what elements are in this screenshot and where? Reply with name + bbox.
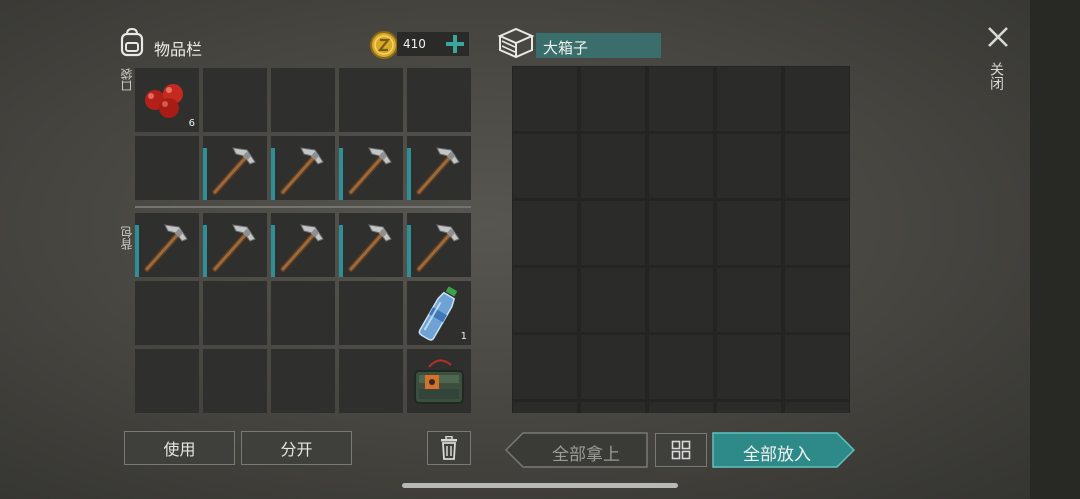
container-slot[interactable] — [581, 402, 645, 413]
right-side-strip — [1030, 0, 1080, 499]
sort-button[interactable] — [655, 433, 707, 467]
backpack-slot[interactable] — [135, 281, 199, 345]
container-slot[interactable] — [581, 268, 645, 332]
take-all-label: 全部拿上 — [552, 445, 620, 465]
container-slot[interactable] — [717, 402, 781, 413]
container-slot[interactable] — [513, 268, 577, 332]
pocket-slot[interactable] — [339, 136, 403, 200]
container-name: 大箱子 — [543, 39, 589, 57]
backpack-slot[interactable] — [203, 213, 267, 277]
coin-icon — [369, 30, 399, 60]
backpack-slot[interactable]: 1 — [407, 281, 471, 345]
pocket-slot[interactable] — [203, 136, 267, 200]
container-slot[interactable] — [785, 402, 849, 413]
container-slot[interactable] — [649, 402, 713, 413]
container-slot[interactable] — [581, 134, 645, 198]
backpack-slot[interactable] — [135, 349, 199, 413]
container-slot[interactable] — [581, 201, 645, 265]
container-slot[interactable] — [581, 335, 645, 399]
add-coins-button[interactable] — [443, 32, 467, 56]
backpack-label: 背包 — [120, 226, 134, 250]
container-slot[interactable] — [785, 134, 849, 198]
item-quantity: 6 — [188, 118, 195, 129]
pocket-slot[interactable] — [135, 136, 199, 200]
pickaxe-icon — [203, 136, 267, 204]
container-slot[interactable] — [785, 67, 849, 131]
container-slot[interactable] — [785, 335, 849, 399]
container-slot[interactable] — [717, 67, 781, 131]
container-slot[interactable] — [649, 335, 713, 399]
take-all-button[interactable]: 全部拿上 — [505, 432, 648, 468]
trash-button[interactable] — [427, 431, 471, 465]
container-slot[interactable] — [717, 201, 781, 265]
pocket-slot[interactable] — [407, 68, 471, 132]
container-grid — [512, 66, 850, 413]
inventory-section-divider — [135, 206, 471, 208]
split-button[interactable]: 分开 — [241, 431, 352, 465]
backpack-slot[interactable] — [339, 281, 403, 345]
item-quantity: 1 — [460, 331, 467, 342]
pickaxe-icon — [339, 213, 403, 281]
backpack-slot[interactable] — [339, 213, 403, 277]
container-slot[interactable] — [717, 335, 781, 399]
backpack-slot[interactable] — [203, 281, 267, 345]
container-slot[interactable] — [513, 67, 577, 131]
pickaxe-icon — [407, 213, 471, 281]
home-indicator — [402, 483, 678, 488]
container-slot[interactable] — [717, 134, 781, 198]
container-slot[interactable] — [785, 268, 849, 332]
container-slot[interactable] — [785, 201, 849, 265]
container-slot[interactable] — [649, 268, 713, 332]
pocket-slot[interactable] — [271, 68, 335, 132]
container-slot[interactable] — [513, 134, 577, 198]
container-slot[interactable] — [649, 67, 713, 131]
inventory-title: 物品栏 — [154, 40, 203, 59]
container-slot[interactable] — [717, 268, 781, 332]
container-slot[interactable] — [513, 335, 577, 399]
container-slot[interactable] — [649, 201, 713, 265]
backpack-slot[interactable] — [271, 349, 335, 413]
pocket-label: 口袋 — [120, 68, 134, 92]
pickaxe-icon — [271, 136, 335, 204]
backpack-slot[interactable] — [203, 349, 267, 413]
close-label: 关闭 — [988, 62, 1004, 90]
pocket-slot[interactable]: 6 — [135, 68, 199, 132]
use-button[interactable]: 使用 — [124, 431, 235, 465]
backpack-slot[interactable] — [135, 213, 199, 277]
backpack-slot[interactable] — [339, 349, 403, 413]
explosive-pack-icon — [407, 349, 471, 417]
sort-grid-icon — [671, 440, 691, 460]
container-slot[interactable] — [513, 402, 577, 413]
close-button[interactable] — [985, 24, 1011, 50]
pocket-slot[interactable] — [271, 136, 335, 200]
plus-icon — [446, 35, 464, 53]
backpack-slot[interactable] — [407, 349, 471, 413]
pickaxe-icon — [135, 213, 199, 281]
backpack-slot[interactable] — [271, 213, 335, 277]
container-slot[interactable] — [581, 67, 645, 131]
pocket-slot[interactable] — [203, 68, 267, 132]
trash-icon — [441, 436, 457, 460]
put-all-label: 全部放入 — [743, 445, 811, 465]
container-slot[interactable] — [513, 201, 577, 265]
put-all-button[interactable]: 全部放入 — [712, 432, 855, 468]
pickaxe-icon — [271, 213, 335, 281]
backpack-icon — [116, 26, 148, 58]
pocket-slot[interactable] — [339, 68, 403, 132]
close-icon — [988, 27, 1008, 47]
pickaxe-icon — [339, 136, 403, 204]
backpack-slot[interactable] — [407, 213, 471, 277]
chest-icon — [497, 26, 535, 60]
backpack-slot[interactable] — [271, 281, 335, 345]
pickaxe-icon — [407, 136, 471, 204]
pocket-slot[interactable] — [407, 136, 471, 200]
coin-amount: 410 — [403, 37, 426, 51]
pickaxe-icon — [203, 213, 267, 281]
container-slot[interactable] — [649, 134, 713, 198]
